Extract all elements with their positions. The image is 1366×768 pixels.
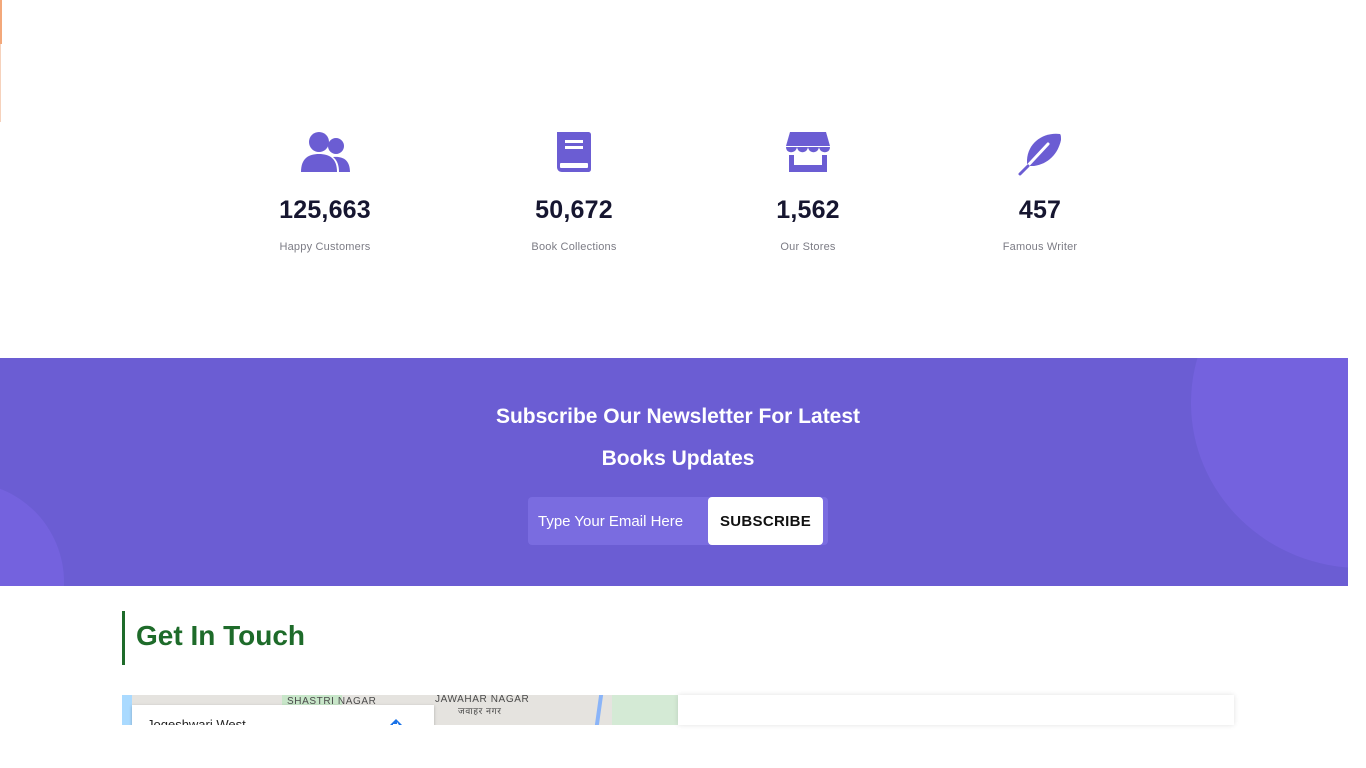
decorative-circle [0, 482, 64, 586]
stat-value: 125,663 [279, 196, 371, 224]
stat-label: Happy Customers [279, 241, 371, 253]
stat-value: 1,562 [776, 196, 840, 224]
directions-icon[interactable] [390, 719, 402, 725]
stat-label: Our Stores [780, 241, 836, 253]
get-in-touch-heading: Get In Touch [136, 620, 306, 651]
map-river [594, 695, 604, 725]
map-park [612, 695, 678, 725]
store-icon [786, 132, 830, 172]
newsletter-title-line2: Books Updates [601, 447, 755, 470]
stat-book-collections: 50,672 Book Collections [464, 130, 684, 253]
heading-accent-bar [122, 611, 125, 665]
map-place-title: Jogeshwari West [147, 717, 246, 725]
map-water [122, 695, 132, 725]
stat-happy-customers: 125,663 Happy Customers [215, 130, 435, 253]
stat-famous-writer: 457 Famous Writer [930, 130, 1150, 253]
stat-value: 457 [1018, 196, 1062, 224]
newsletter-title-line1: Subscribe Our Newsletter For Latest [495, 405, 861, 428]
map-place-card: Jogeshwari West [132, 705, 434, 725]
email-input[interactable] [528, 497, 708, 545]
book-icon [557, 132, 591, 172]
edge-marker-faint [0, 44, 1, 122]
stat-our-stores: 1,562 Our Stores [698, 130, 918, 253]
edge-marker [0, 0, 2, 44]
stat-label: Book Collections [531, 241, 617, 253]
map-label-jawahar-nagar-hindi: जवाहर नगर [458, 706, 502, 716]
stat-label: Famous Writer [1002, 241, 1078, 253]
subscribe-form: SUBSCRIBE [528, 497, 828, 545]
users-icon [301, 132, 350, 172]
stat-value: 50,672 [535, 196, 613, 224]
subscribe-button[interactable]: SUBSCRIBE [708, 497, 823, 545]
location-map[interactable]: SHASTRI NAGAR JAWAHAR NAGAR जवाहर नगर Jo… [122, 695, 678, 725]
contact-form-card [678, 695, 1234, 725]
feather-icon [1018, 133, 1061, 176]
newsletter-section: Subscribe Our Newsletter For Latest Book… [0, 358, 1348, 586]
